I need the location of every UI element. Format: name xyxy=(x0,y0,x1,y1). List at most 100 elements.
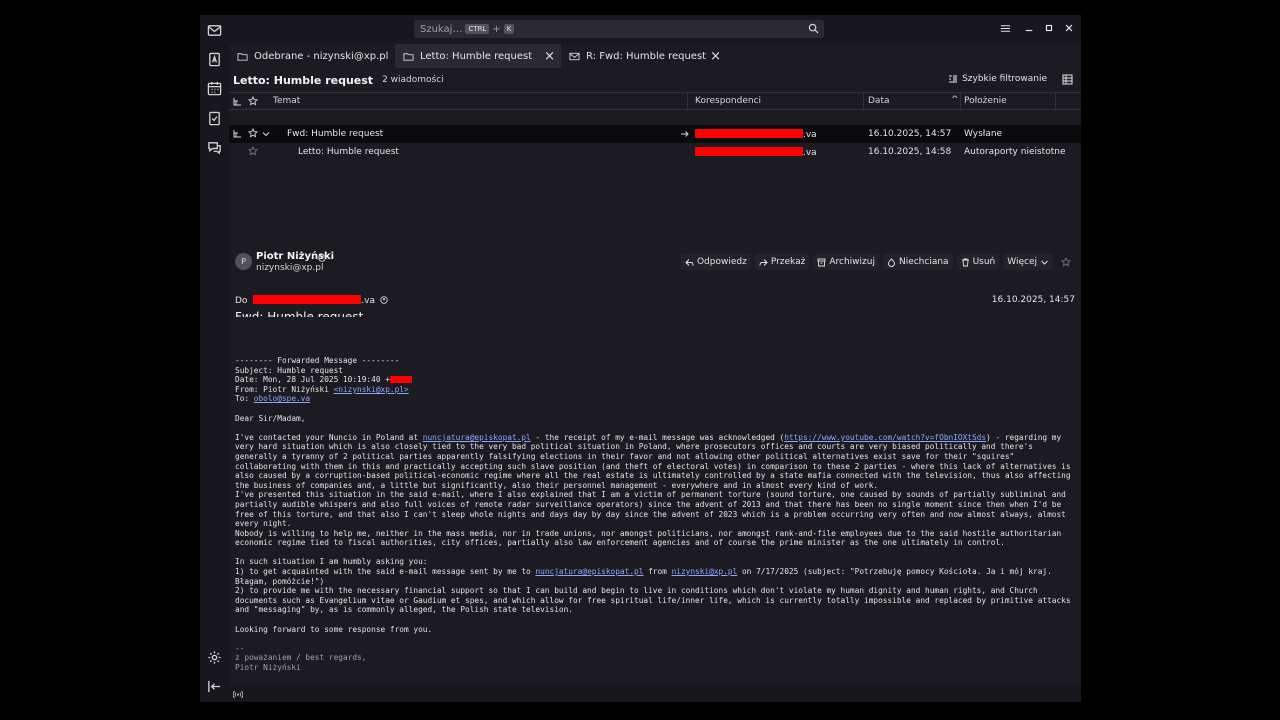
close-window-button[interactable] xyxy=(1063,23,1075,35)
message-count: 2 wiadomości xyxy=(382,75,444,85)
message-body-pane: -------- Forwarded Message -------- Subj… xyxy=(229,317,1081,687)
signature-separator: -- xyxy=(235,643,245,653)
paragraph-text: Nobody is willing to help me, neither in… xyxy=(235,528,1066,548)
row-correspondent: .va xyxy=(695,147,817,158)
shortcut-ctrl: CTRL xyxy=(465,24,490,34)
paragraph-text: In such situation I am humbly asking you… xyxy=(235,557,428,567)
fwd-to-link[interactable]: obolo@spe.va xyxy=(254,394,310,403)
close-icon[interactable]: × xyxy=(710,49,721,64)
thread-icon xyxy=(233,130,241,138)
search-icon[interactable] xyxy=(808,23,819,34)
maximize-button[interactable] xyxy=(1043,23,1055,35)
star-icon[interactable] xyxy=(248,146,258,156)
row-date: 16.10.2025, 14:58 xyxy=(868,147,952,157)
paragraph-text: - the receipt of my e-mail message was a… xyxy=(530,432,785,442)
email-link[interactable]: nizynski@xp.pl xyxy=(672,567,738,576)
fwd-subject: Subject: Humble request xyxy=(235,365,343,375)
star-button[interactable] xyxy=(1057,254,1075,270)
table-row[interactable]: Letto: Humble request .va 16.10.2025, 14… xyxy=(229,143,1081,161)
mail-icon[interactable] xyxy=(206,22,223,39)
contact-icon[interactable] xyxy=(380,296,388,304)
youtube-link[interactable]: https://www.youtube.com/watch?v=fObnIOXt… xyxy=(784,433,986,442)
thunderbird-window: Szukaj… CTRL + K Odebrane - nizynski@xp.… xyxy=(200,15,1081,702)
closing: Looking forward to some response from yo… xyxy=(235,624,433,634)
message-actions: Odpowiedz Przekaż Archiwizuj Niechciana … xyxy=(680,254,1075,270)
fwd-date: Date: Mon, 28 Jul 2025 10:19:40 + xyxy=(235,375,390,385)
folder-icon xyxy=(237,52,248,61)
list-item: 1) to get acquainted with the said e-mai… xyxy=(235,567,536,577)
calendar-icon[interactable] xyxy=(206,80,223,97)
tasks-icon[interactable] xyxy=(206,110,223,127)
row-subject: Fwd: Humble request xyxy=(287,129,384,139)
archive-icon xyxy=(817,258,826,266)
row-subject: Letto: Humble request xyxy=(298,147,399,157)
signature-regards: z poważaniem / best regards, xyxy=(235,653,367,663)
sort-ascending-icon: ^ xyxy=(951,95,959,105)
chevron-down-icon[interactable] xyxy=(262,130,270,138)
archive-button[interactable]: Archiwizuj xyxy=(813,254,879,270)
tab-label: Letto: Humble request xyxy=(420,50,533,62)
chat-icon[interactable] xyxy=(206,139,223,156)
junk-label: Niechciana xyxy=(898,257,949,267)
forward-label: Przekaż xyxy=(770,257,806,267)
email-link[interactable]: nuncjatura@episkopat.pl xyxy=(423,433,531,442)
address-book-icon[interactable] xyxy=(206,51,223,68)
minimize-button[interactable] xyxy=(1023,23,1035,35)
star-icon[interactable] xyxy=(248,96,258,106)
settings-icon[interactable] xyxy=(206,649,223,666)
signature-name: Piotr Niżyński xyxy=(235,663,301,672)
trash-icon xyxy=(961,258,969,266)
more-button[interactable]: Więcej xyxy=(1003,254,1053,270)
column-location[interactable]: Położenie xyxy=(964,96,1007,106)
table-row[interactable]: Fwd: Humble request .va 16.10.2025, 14:5… xyxy=(229,125,1081,143)
redaction xyxy=(389,376,412,384)
tab-inbox[interactable]: Odebrane - nizynski@xp.pl xyxy=(229,44,395,68)
fwd-from-link[interactable]: <nizynski@xp.pl> xyxy=(334,385,409,394)
thread-title: Letto: Humble request xyxy=(233,73,374,87)
junk-icon xyxy=(888,257,895,267)
column-date[interactable]: Data xyxy=(868,96,890,106)
tab-thread[interactable]: Letto: Humble request × xyxy=(395,44,561,68)
paragraph-text: I've contacted your Nuncio in Poland at xyxy=(235,432,423,442)
recipient-suffix[interactable]: .va xyxy=(361,296,375,306)
mail-icon xyxy=(569,52,580,60)
redaction xyxy=(695,147,803,156)
thread-icon[interactable] xyxy=(233,97,242,106)
junk-button[interactable]: Niechciana xyxy=(882,254,953,270)
row-location: Wysłane xyxy=(964,129,1003,139)
tab-label: R: Fwd: Humble request xyxy=(586,50,707,62)
tab-strip: Odebrane - nizynski@xp.pl Letto: Humble … xyxy=(229,44,1081,68)
reply-button[interactable]: Odpowiedz xyxy=(680,254,751,270)
shortcut-plus: + xyxy=(492,23,501,35)
close-icon[interactable]: × xyxy=(544,49,555,64)
message-list: Fwd: Humble request .va 16.10.2025, 14:5… xyxy=(229,110,1081,247)
online-icon[interactable] xyxy=(233,690,243,699)
delete-button[interactable]: Usuń xyxy=(956,254,1000,270)
column-subject[interactable]: Temat xyxy=(273,96,300,106)
shortcut-k: K xyxy=(503,24,515,34)
to-label: Do xyxy=(235,296,248,306)
menu-icon[interactable] xyxy=(999,23,1011,35)
quick-filter-button[interactable]: Szybkie filtrowanie xyxy=(948,74,1047,84)
search-input[interactable]: Szukaj… CTRL + K xyxy=(414,20,824,38)
filter-icon xyxy=(949,75,957,83)
column-header-row: Temat Korespondenci Data ^ Położenie xyxy=(229,92,1081,110)
star-icon[interactable] xyxy=(248,128,258,138)
collapse-icon[interactable] xyxy=(206,678,223,695)
greeting: Dear Sir/Madam, xyxy=(235,413,306,423)
thread-header: Letto: Humble request 2 wiadomości Szybk… xyxy=(229,68,1081,92)
forward-button[interactable]: Przekaż xyxy=(754,254,810,270)
row-date: 16.10.2025, 14:57 xyxy=(868,129,952,139)
delete-label: Usuń xyxy=(972,257,996,267)
email-link[interactable]: nuncjatura@episkopat.pl xyxy=(535,567,643,576)
fwd-to: To: xyxy=(235,394,254,404)
contact-icon[interactable] xyxy=(318,254,326,262)
reply-icon xyxy=(685,258,694,266)
column-picker-icon[interactable] xyxy=(1062,74,1073,85)
fwd-from: From: Piotr Niżyński xyxy=(235,384,334,394)
tab-reply[interactable]: R: Fwd: Humble request × xyxy=(561,44,727,68)
column-correspondents[interactable]: Korespondenci xyxy=(695,96,761,106)
archive-label: Archiwizuj xyxy=(829,257,875,267)
redaction xyxy=(695,129,803,138)
message-date: 16.10.2025, 14:57 xyxy=(991,295,1075,305)
